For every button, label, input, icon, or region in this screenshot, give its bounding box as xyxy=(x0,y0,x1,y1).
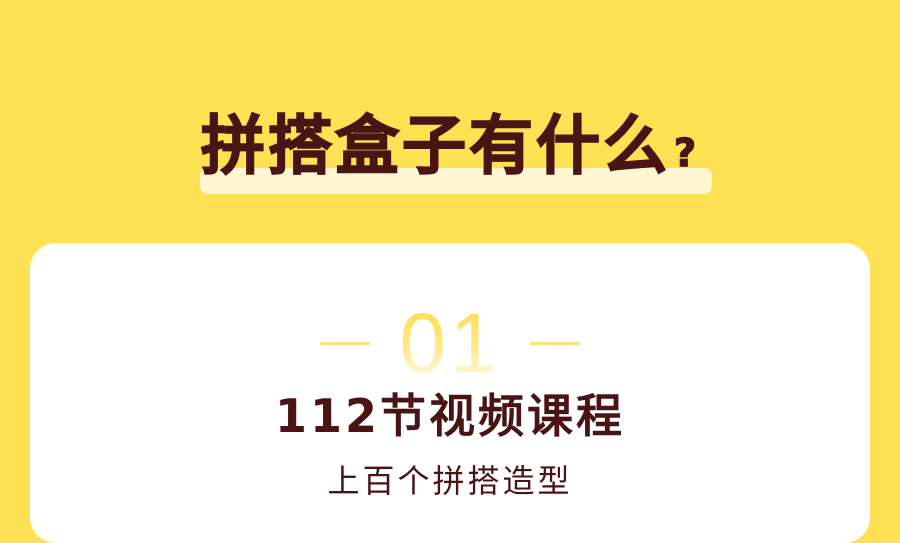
feature-subtitle: 上百个拼搭造型 xyxy=(327,462,573,500)
section-headline: 拼搭盒子有什么? xyxy=(0,104,900,200)
left-dash-divider xyxy=(320,342,370,345)
feature-number: 01 xyxy=(370,295,530,391)
headline-title-text: 拼搭盒子有什么 xyxy=(200,109,670,185)
headline-title: 拼搭盒子有什么? xyxy=(0,104,900,196)
feature-number-row: 01 xyxy=(30,296,870,390)
feature-title: 112节视频课程 xyxy=(274,389,626,443)
question-mark: ? xyxy=(673,130,700,176)
right-dash-divider xyxy=(530,342,580,345)
feature-card: 01 112节视频课程 上百个拼搭造型 xyxy=(30,243,870,543)
